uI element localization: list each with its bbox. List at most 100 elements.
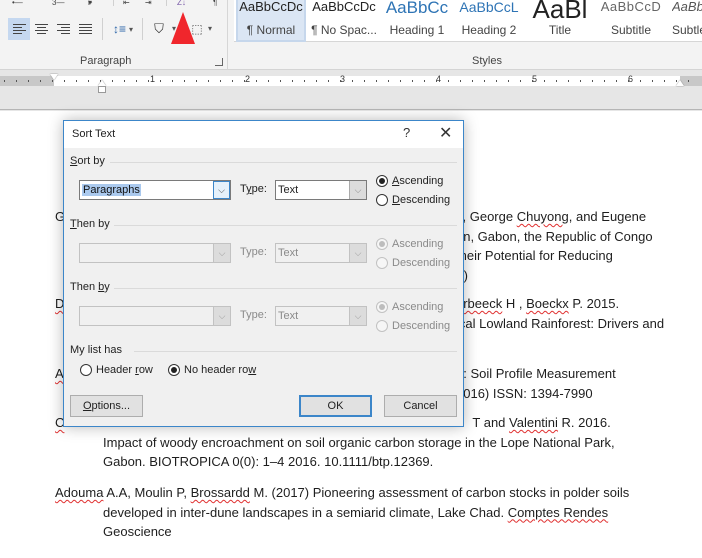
first-line-indent-marker[interactable] <box>50 74 58 80</box>
reference-fragment[interactable]: erbeeck H , Boeckx P. 2015. ical Lowland… <box>456 294 664 353</box>
align-right-button[interactable] <box>52 18 74 40</box>
style-subtle-emphasis[interactable]: AaBb Subtle <box>672 0 702 42</box>
sort-icon[interactable]: Z↓ <box>177 0 186 7</box>
align-center-button[interactable] <box>30 18 52 40</box>
dialog-title-bar[interactable]: Sort Text ? ✕ <box>64 121 463 148</box>
descending-label: Descending <box>392 320 451 332</box>
sort-by-type-select[interactable]: Text ⌵ <box>275 180 367 200</box>
reference-fragment[interactable]: n: Soil Profile Measurement 2016) ISSN: … <box>456 364 616 403</box>
radio-unselected-icon <box>80 364 92 376</box>
divider <box>113 0 114 6</box>
ruler-tick <box>112 80 113 82</box>
divider <box>102 18 103 40</box>
style-heading-2[interactable]: AaBbCcL Heading 2 <box>454 0 524 42</box>
ruler-number: 5 <box>532 74 538 84</box>
paragraph-dialog-launcher-icon[interactable] <box>215 58 223 66</box>
styles-group-label: Styles <box>472 55 502 67</box>
numbering-icon[interactable]: 3— <box>52 0 64 7</box>
ruler-tick <box>556 80 557 82</box>
style-no-spacing[interactable]: AaBbCcDc ¶ No Spac... <box>310 0 378 42</box>
multilevel-list-icon[interactable]: i- <box>88 0 92 7</box>
sort-by-field-select[interactable]: Paragraphs ⌵ <box>79 180 231 200</box>
then-by-1-descending-radio[interactable]: Descending <box>376 257 450 269</box>
horizontal-ruler[interactable]: 1 2 3 4 5 6 <box>0 74 702 93</box>
then-by-2-type-select[interactable]: Text ⌵ <box>275 306 367 326</box>
style-heading-1[interactable]: AaBbCc Heading 1 <box>382 0 452 42</box>
then-by-2-field-select[interactable]: ⌵ <box>79 306 231 326</box>
close-button[interactable]: ✕ <box>439 123 452 143</box>
increase-indent-icon[interactable]: ⇥ <box>145 0 152 7</box>
decrease-indent-icon[interactable]: ⇤ <box>123 0 130 7</box>
style-subtitle[interactable]: AaBbCcD Subtitle <box>596 0 666 42</box>
chevron-down-icon: ⌵ <box>213 244 230 262</box>
divider <box>114 225 457 226</box>
ruler-tick <box>664 80 665 82</box>
ruler-tick <box>328 80 329 82</box>
reference-fragment[interactable]: s, George Chuyong, and Eugene on, Gabon,… <box>456 207 653 285</box>
ruler-tick <box>424 80 425 82</box>
descending-label: Descending <box>392 257 451 269</box>
help-button[interactable]: ? <box>403 125 410 140</box>
style-normal[interactable]: AaBbCcDc ¶ Normal <box>236 0 306 42</box>
right-indent-marker[interactable] <box>676 80 684 86</box>
borders-dropdown-icon[interactable]: ▾ <box>208 24 212 33</box>
then-by-2-type-value: Text <box>278 310 299 322</box>
show-formatting-icon[interactable]: ¶ <box>213 0 217 7</box>
reference-line: their Potential for Reducing <box>456 248 613 263</box>
reference-line: Geoscience <box>103 524 172 539</box>
then-by-1-field-select[interactable]: ⌵ <box>79 243 231 263</box>
my-list-has-label: My list has <box>70 344 122 356</box>
ruler-tick <box>580 80 581 82</box>
spelling-error: Adouma <box>55 485 104 500</box>
reference-line: Impact of woody encroachment on soil org… <box>103 434 615 450</box>
ruler-tick <box>52 80 53 82</box>
then-by-1-ascending-radio[interactable]: Ascending <box>376 238 443 250</box>
ruler-tick <box>244 80 245 82</box>
spelling-error: Boeckx <box>526 296 569 311</box>
sort-by-descending-radio[interactable]: Descending <box>376 194 450 206</box>
align-left-button[interactable] <box>8 18 30 40</box>
then-by-2-label: Then by <box>70 281 110 293</box>
ruler-tick <box>64 80 65 82</box>
shading-button[interactable]: ⛉ <box>148 18 170 40</box>
ruler-tick <box>388 80 389 82</box>
then-by-2-ascending-radio[interactable]: Ascending <box>376 301 443 313</box>
sort-by-label: Sort by <box>70 155 105 167</box>
ruler-tick <box>40 80 41 82</box>
then-by-1-type-select[interactable]: Text ⌵ <box>275 243 367 263</box>
style-name: Heading 2 <box>461 23 517 37</box>
sort-by-ascending-radio[interactable]: Ascending <box>376 175 443 187</box>
style-title[interactable]: AaBl Title <box>528 0 592 42</box>
ruler-tick <box>352 80 353 82</box>
ruler-tick <box>544 80 545 82</box>
left-indent-marker[interactable] <box>98 86 106 93</box>
list-buttons-row: •— 3— ▾ i- ⇤ ⇥ Z↓ ¶ <box>8 0 228 10</box>
no-header-row-radio[interactable]: No header row <box>168 364 256 376</box>
options-button[interactable]: Options... <box>70 395 143 417</box>
ruler-tick <box>604 80 605 82</box>
style-sample: AaBb <box>672 0 702 14</box>
reference-paragraph[interactable]: Adouma A.A, Moulin P, Brossardd M. (2017… <box>55 483 629 542</box>
align-right-icon <box>56 23 70 35</box>
bullets-icon[interactable]: •— <box>12 0 23 7</box>
sort-by-type-value: Text <box>278 184 299 196</box>
ruler-tick <box>436 80 437 82</box>
ruler-tick <box>136 80 137 82</box>
justify-button[interactable] <box>74 18 96 40</box>
style-name: Title <box>548 23 572 37</box>
ruler-tick <box>16 80 17 82</box>
line-spacing-icon: ↕≡ <box>112 22 126 36</box>
header-row-radio[interactable]: Header row <box>80 364 153 376</box>
ok-button[interactable]: OK <box>299 395 372 417</box>
reference-line: n: Soil Profile Measurement <box>456 366 616 381</box>
ruler-tick <box>184 80 185 82</box>
ruler-tick <box>28 80 29 82</box>
chevron-down-icon[interactable]: ⌵ <box>349 181 366 199</box>
styles-group: AaBbCcDc ¶ Normal AaBbCcDc ¶ No Spac... … <box>228 0 702 70</box>
ruler-tick <box>124 80 125 82</box>
chevron-down-icon[interactable]: ⌵ <box>213 181 230 199</box>
then-by-2-descending-radio[interactable]: Descending <box>376 320 450 332</box>
cancel-button[interactable]: Cancel <box>384 395 457 417</box>
line-spacing-button[interactable]: ↕≡ ▾ <box>108 18 138 40</box>
sort-text-dialog: Sort Text ? ✕ Sort by Paragraphs ⌵ Type:… <box>63 120 464 427</box>
